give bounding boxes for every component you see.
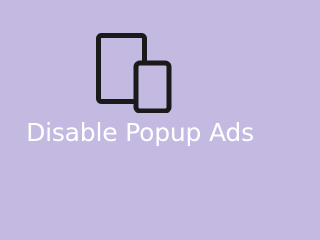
phone-shape bbox=[133, 60, 172, 113]
banner-title: Disable Popup Ads bbox=[26, 118, 254, 147]
banner: Disable Popup Ads bbox=[0, 0, 270, 225]
tablet-and-phone-icon bbox=[96, 33, 172, 113]
